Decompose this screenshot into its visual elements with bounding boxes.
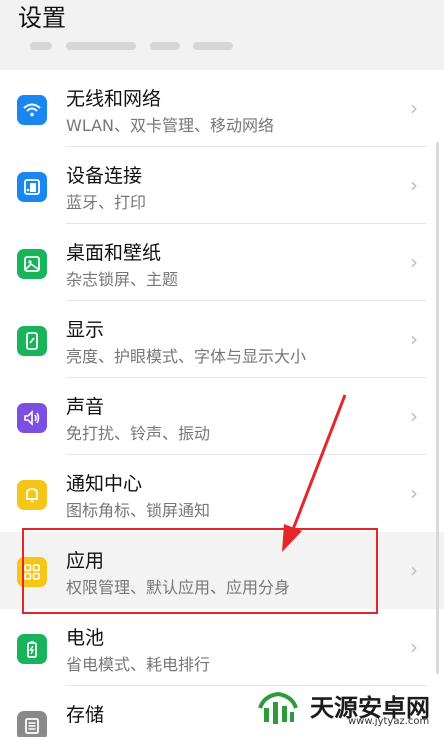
page-title: 设置 (18, 4, 66, 32)
chevron-right-icon: › (410, 481, 418, 505)
wallpaper-icon (17, 249, 47, 279)
settings-item-subtitle: 省电模式、耗电排行 (66, 655, 211, 674)
settings-item-desktop-wallpaper[interactable]: 桌面和壁纸 杂志锁屏、主题 › (0, 224, 444, 301)
settings-item-title: 通知中心 (66, 473, 143, 495)
wifi-icon (17, 95, 47, 125)
scrollbar[interactable] (436, 142, 439, 674)
search-bar-partial[interactable] (30, 38, 260, 50)
chevron-right-icon: › (410, 635, 418, 659)
settings-item-subtitle: WLAN、双卡管理、移动网络 (66, 116, 275, 135)
settings-item-title: 桌面和壁纸 (66, 242, 162, 264)
settings-item-subtitle: 亮度、护眼模式、字体与显示大小 (66, 347, 307, 366)
chevron-right-icon: › (410, 250, 418, 274)
device-connect-icon (17, 172, 47, 202)
settings-item-subtitle: 蓝牙、打印 (66, 193, 147, 212)
settings-item-subtitle: 图标角标、锁屏通知 (66, 501, 211, 520)
storage-icon (17, 711, 47, 737)
settings-item-subtitle: 免打扰、铃声、振动 (66, 424, 211, 443)
settings-item-title: 设备连接 (66, 165, 143, 187)
chevron-right-icon: › (410, 173, 418, 197)
highlight-box (22, 528, 378, 614)
settings-list: 无线和网络 WLAN、双卡管理、移动网络 › 设备连接 蓝牙、打印 › 桌面和壁… (0, 70, 444, 737)
settings-item-title: 声音 (66, 396, 105, 418)
watermark: 天源安卓网 www.jytyaz.com (250, 684, 440, 732)
settings-item-device-connection[interactable]: 设备连接 蓝牙、打印 › (0, 147, 444, 224)
bell-icon (17, 480, 47, 510)
watermark-logo-icon (258, 691, 298, 724)
chevron-right-icon: › (410, 404, 418, 428)
settings-item-title: 无线和网络 (66, 88, 162, 110)
settings-item-battery[interactable]: 电池 省电模式、耗电排行 › (0, 609, 444, 686)
settings-item-wireless-network[interactable]: 无线和网络 WLAN、双卡管理、移动网络 › (0, 70, 444, 147)
chevron-right-icon: › (410, 558, 418, 582)
settings-item-title: 显示 (66, 319, 105, 341)
chevron-right-icon: › (410, 96, 418, 120)
display-icon (17, 326, 47, 356)
settings-item-title: 电池 (66, 627, 105, 649)
header: 设置 (0, 0, 444, 64)
settings-item-notification-center[interactable]: 通知中心 图标角标、锁屏通知 › (0, 455, 444, 532)
sound-icon (17, 403, 47, 433)
settings-item-display[interactable]: 显示 亮度、护眼模式、字体与显示大小 › (0, 301, 444, 378)
settings-item-sound[interactable]: 声音 免打扰、铃声、振动 › (0, 378, 444, 455)
watermark-url: www.jytyaz.com (348, 716, 430, 727)
settings-item-subtitle: 杂志锁屏、主题 (66, 270, 179, 289)
settings-item-title: 存储 (66, 704, 105, 726)
chevron-right-icon: › (410, 327, 418, 351)
battery-icon (17, 634, 47, 664)
